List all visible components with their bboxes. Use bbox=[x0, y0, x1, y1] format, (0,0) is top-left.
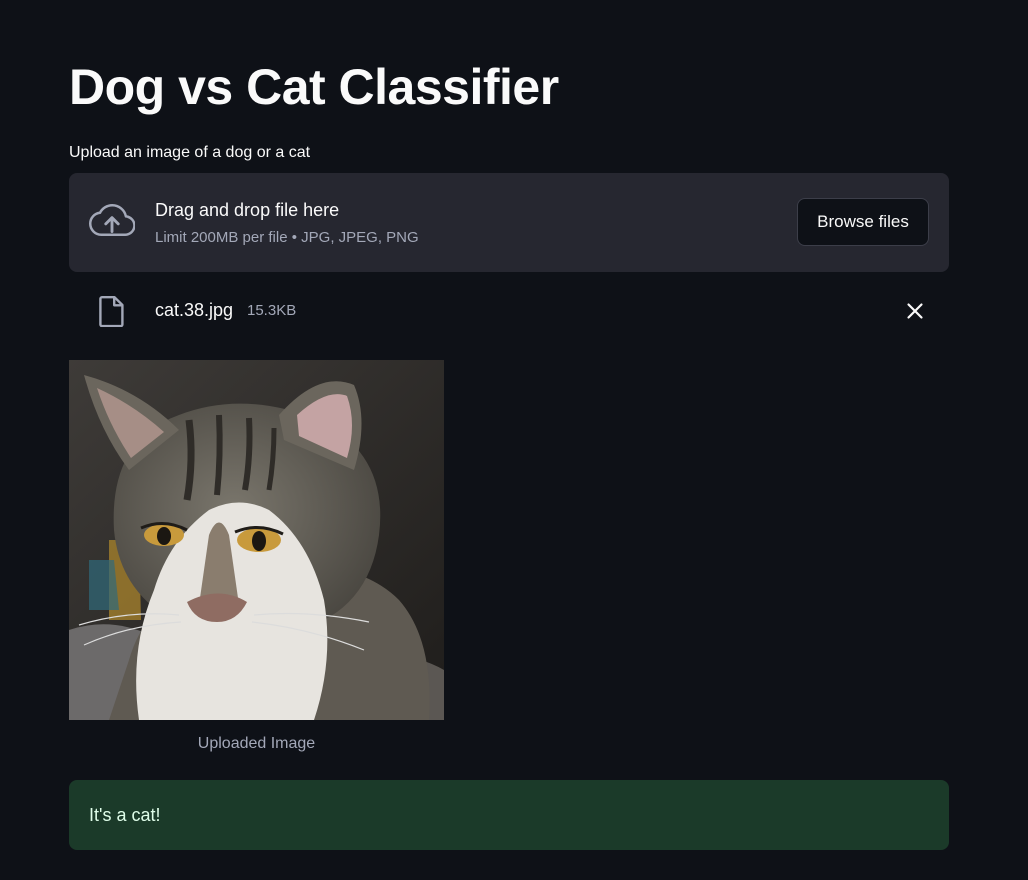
main-container: Dog vs Cat Classifier Upload an image of… bbox=[0, 0, 1028, 880]
file-dropzone[interactable]: Drag and drop file here Limit 200MB per … bbox=[69, 173, 949, 272]
uploader-label: Upload an image of a dog or a cat bbox=[69, 144, 311, 161]
file-icon bbox=[99, 296, 124, 327]
uploaded-file-row: cat.38.jpg 15.3KB bbox=[69, 290, 949, 332]
cloud-upload-icon bbox=[89, 204, 135, 236]
remove-file-button[interactable] bbox=[901, 297, 929, 325]
prediction-result-text: It's a cat! bbox=[89, 805, 161, 825]
dropzone-limits: Limit 200MB per file • JPG, JPEG, PNG bbox=[155, 229, 419, 246]
image-caption: Uploaded Image bbox=[197, 735, 316, 752]
file-name: cat.38.jpg bbox=[155, 300, 234, 320]
file-size: 15.3KB bbox=[247, 302, 297, 319]
close-icon bbox=[907, 303, 923, 319]
page-title: Dog vs Cat Classifier bbox=[69, 59, 559, 115]
prediction-result-alert: It's a cat! bbox=[69, 780, 949, 850]
dropzone-instructions: Drag and drop file here Limit 200MB per … bbox=[155, 199, 419, 247]
uploaded-cat-image bbox=[69, 360, 444, 720]
dropzone-title: Drag and drop file here bbox=[155, 200, 340, 220]
browse-files-button[interactable]: Browse files bbox=[797, 198, 929, 246]
